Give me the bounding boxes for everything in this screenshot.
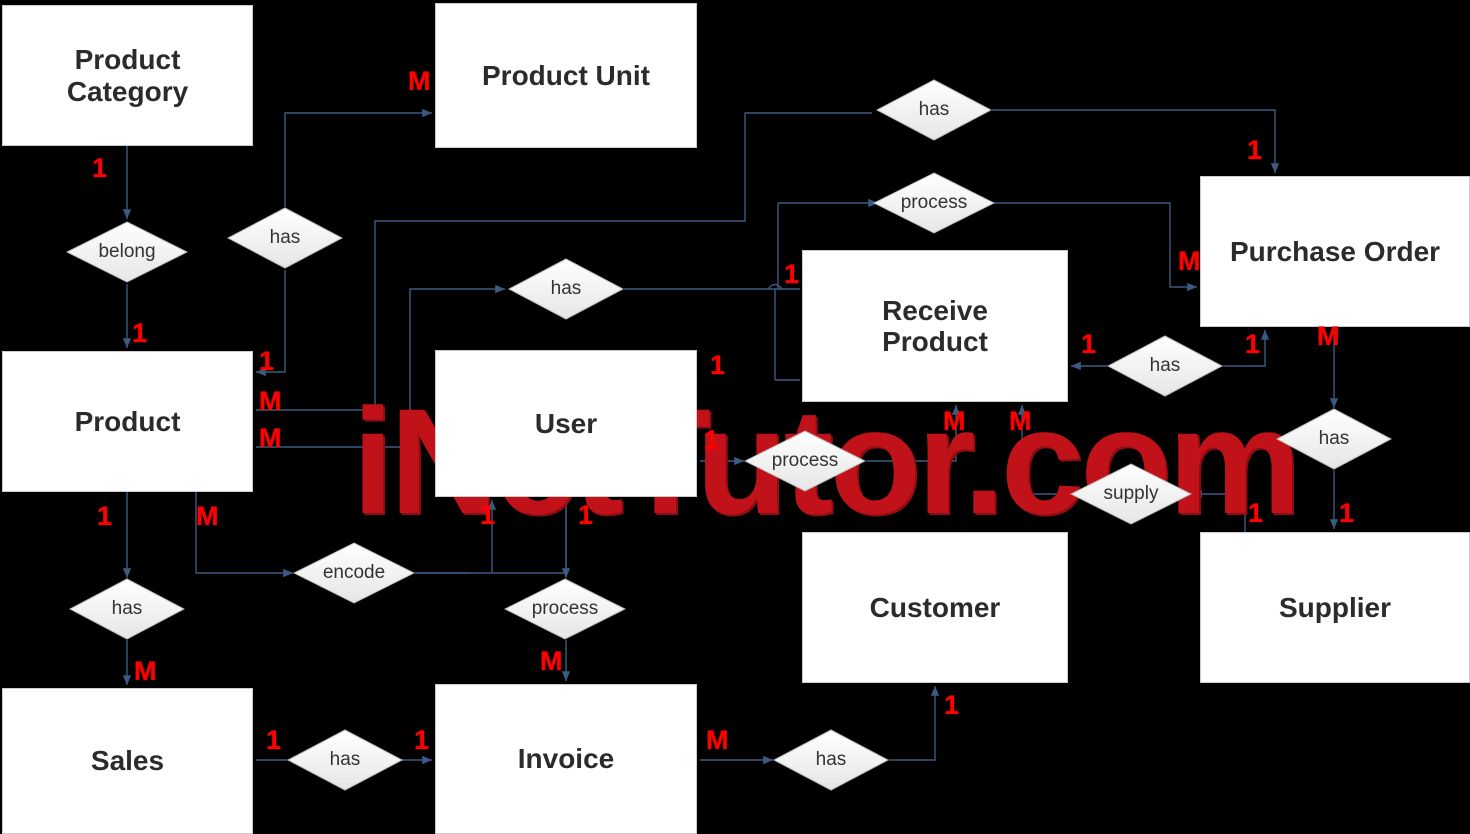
entity-user[interactable]: User xyxy=(435,350,697,497)
relationship-label: encode xyxy=(322,562,386,583)
cardinality-label: 1 xyxy=(1248,498,1264,528)
entity-label: Sales xyxy=(90,745,165,777)
relationship-label: belong xyxy=(98,241,156,262)
relationship-label: process xyxy=(900,192,968,213)
relationship-has-purchase-order[interactable]: has xyxy=(876,79,992,141)
entity-sales[interactable]: Sales xyxy=(2,688,253,834)
relationship-label: has xyxy=(111,598,143,619)
entity-supplier[interactable]: Supplier xyxy=(1200,532,1470,683)
relationship-belong[interactable]: belong xyxy=(66,221,188,283)
cardinality-label: 1 xyxy=(132,318,148,348)
entity-invoice[interactable]: Invoice xyxy=(435,684,697,834)
relationship-label: has xyxy=(329,749,361,770)
cardinality-label: 1 xyxy=(1081,329,1097,359)
cardinality-label: M xyxy=(259,423,282,453)
relationship-has-user-receive[interactable]: has xyxy=(508,258,624,320)
entity-label: Purchase Order xyxy=(1229,235,1441,267)
cardinality-label: 1 xyxy=(578,500,594,530)
entity-label: Product xyxy=(74,405,181,437)
relationship-label: has xyxy=(1149,355,1181,376)
relationship-label: has xyxy=(1318,428,1350,449)
entity-product[interactable]: Product xyxy=(2,351,253,492)
cardinality-label: M xyxy=(196,501,219,531)
relationship-label: has xyxy=(269,227,301,248)
entity-label-line1: Product xyxy=(74,44,181,76)
relationship-label: has xyxy=(815,749,847,770)
cardinality-label: M xyxy=(408,66,431,96)
cardinality-label: 1 xyxy=(480,500,496,530)
relationship-label: process xyxy=(771,450,839,471)
cardinality-label: M xyxy=(134,656,157,686)
relationship-label: process xyxy=(531,598,599,619)
relationship-label: has xyxy=(550,278,582,299)
entity-label-line2: Category xyxy=(66,75,189,107)
entity-customer[interactable]: Customer xyxy=(802,532,1068,683)
cardinality-label: M xyxy=(1317,321,1340,351)
entity-label: User xyxy=(534,407,598,439)
entity-label: Invoice xyxy=(517,743,615,775)
relationship-process-invoice[interactable]: process xyxy=(504,578,626,640)
cardinality-label: 1 xyxy=(92,153,108,183)
relationship-has-invoice-customer[interactable]: has xyxy=(773,729,889,791)
cardinality-label: M xyxy=(259,386,282,416)
relationship-has-product-sales[interactable]: has xyxy=(69,578,185,640)
cardinality-label: 1 xyxy=(704,425,720,455)
cardinality-label: 1 xyxy=(97,501,113,531)
cardinality-label: M xyxy=(1178,246,1201,276)
cardinality-label: M xyxy=(706,725,729,755)
relationship-has-product-unit[interactable]: has xyxy=(227,207,343,269)
cardinality-label: 1 xyxy=(710,350,726,380)
entity-label: Supplier xyxy=(1278,591,1391,623)
relationship-process-purchase-order[interactable]: process xyxy=(873,172,995,234)
cardinality-label: 1 xyxy=(944,690,960,720)
entity-product-unit[interactable]: Product Unit xyxy=(435,3,697,148)
cardinality-label: 1 xyxy=(784,259,800,289)
entity-label: Customer xyxy=(869,591,1001,623)
relationship-encode[interactable]: encode xyxy=(293,542,415,604)
cardinality-label: 1 xyxy=(1245,329,1261,359)
cardinality-label: M xyxy=(1009,406,1032,436)
relationship-has-receive-purchase[interactable]: has xyxy=(1107,335,1223,397)
entity-purchase-order[interactable]: Purchase Order xyxy=(1200,176,1470,327)
relationship-has-sales-invoice[interactable]: has xyxy=(287,729,403,791)
relationship-label: supply xyxy=(1103,483,1159,504)
cardinality-label: 1 xyxy=(266,725,282,755)
er-diagram-canvas: iNetTutor.com Product Category Product U… xyxy=(0,0,1470,834)
cardinality-label: 1 xyxy=(259,346,275,376)
cardinality-label: 1 xyxy=(1339,498,1355,528)
entity-product-category[interactable]: Product Category xyxy=(2,5,253,146)
relationship-process-customer[interactable]: process xyxy=(744,430,866,492)
entity-receive-product[interactable]: Receive Product xyxy=(802,250,1068,402)
cardinality-label: M xyxy=(540,646,563,676)
entity-label-line1: Receive xyxy=(882,294,988,326)
entity-label-line2: Product xyxy=(882,326,988,357)
cardinality-label: M xyxy=(943,406,966,436)
cardinality-label: 1 xyxy=(414,725,430,755)
relationship-has-purchase-supplier[interactable]: has xyxy=(1276,408,1392,470)
cardinality-label: 1 xyxy=(1247,135,1263,165)
relationship-label: has xyxy=(918,99,950,120)
entity-label: Product Unit xyxy=(482,59,650,91)
relationship-supply[interactable]: supply xyxy=(1070,463,1192,525)
